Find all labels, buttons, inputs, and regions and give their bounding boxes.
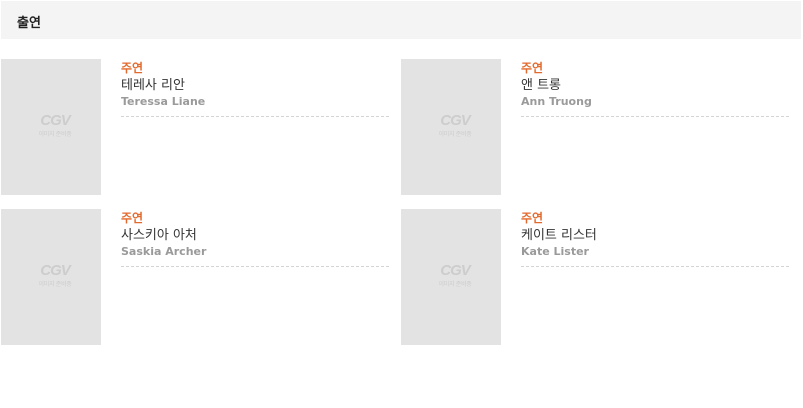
cast-info: 주연 케이트 리스터 Kate Lister (521, 209, 789, 267)
cast-role: 주연 (121, 211, 144, 225)
cast-name-english[interactable]: Teressa Liane (121, 94, 389, 109)
cast-role: 주연 (521, 61, 544, 75)
cast-name-english[interactable]: Ann Truong (521, 94, 789, 109)
cast-name-korean[interactable]: 케이트 리스터 (521, 227, 789, 244)
cast-name-korean[interactable]: 사스키아 아처 (121, 227, 389, 244)
cast-info: 주연 사스키아 아처 Saskia Archer (121, 209, 389, 267)
cgv-logo-icon: CGV 이미지 준비중 (438, 112, 472, 139)
cast-photo-placeholder[interactable]: CGV 이미지 준비중 (401, 209, 501, 345)
cast-role: 주연 (121, 61, 144, 75)
section-header: 출연 (1, 1, 801, 39)
divider (521, 116, 789, 117)
cgv-logo-icon: CGV 이미지 준비중 (438, 262, 472, 289)
divider (121, 266, 389, 267)
cast-card[interactable]: CGV 이미지 준비중 주연 앤 트롱 Ann Truong (401, 59, 789, 195)
cast-photo-placeholder[interactable]: CGV 이미지 준비중 (1, 59, 101, 195)
cast-role: 주연 (521, 211, 544, 225)
cast-name-english[interactable]: Kate Lister (521, 244, 789, 259)
cast-name-korean[interactable]: 앤 트롱 (521, 77, 789, 94)
cast-photo-placeholder[interactable]: CGV 이미지 준비중 (401, 59, 501, 195)
divider (521, 266, 789, 267)
cast-photo-placeholder[interactable]: CGV 이미지 준비중 (1, 209, 101, 345)
section-title: 출연 (17, 16, 41, 31)
cast-info: 주연 테레사 리안 Teressa Liane (121, 59, 389, 117)
cgv-logo-icon: CGV 이미지 준비중 (38, 262, 72, 289)
cgv-logo-icon: CGV 이미지 준비중 (38, 112, 72, 139)
cast-card[interactable]: CGV 이미지 준비중 주연 사스키아 아처 Saskia Archer (1, 209, 389, 345)
divider (121, 116, 389, 117)
cast-card[interactable]: CGV 이미지 준비중 주연 테레사 리안 Teressa Liane (1, 59, 389, 195)
cast-name-korean[interactable]: 테레사 리안 (121, 77, 389, 94)
cast-card[interactable]: CGV 이미지 준비중 주연 케이트 리스터 Kate Lister (401, 209, 789, 345)
cast-info: 주연 앤 트롱 Ann Truong (521, 59, 789, 117)
cast-name-english[interactable]: Saskia Archer (121, 244, 389, 259)
